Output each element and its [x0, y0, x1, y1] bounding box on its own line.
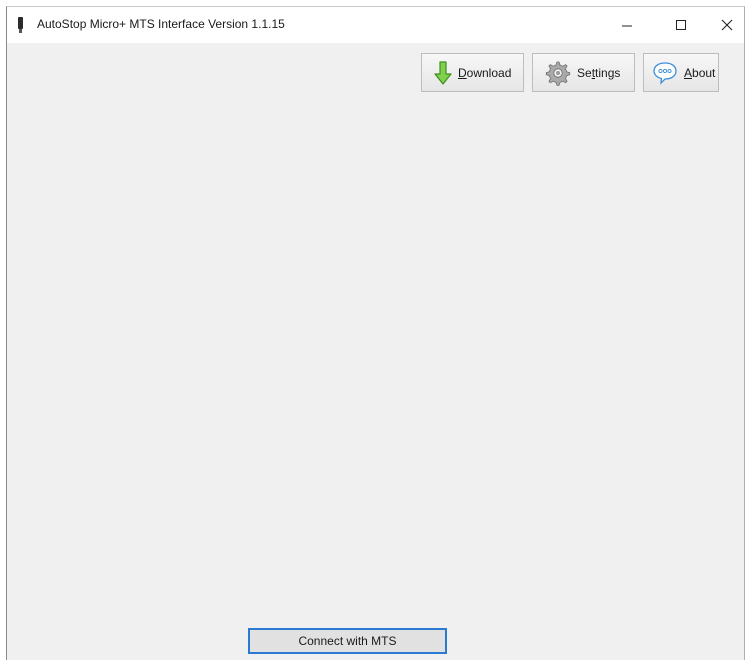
maximize-icon [676, 20, 686, 30]
device-icon [17, 17, 24, 33]
maximize-button[interactable] [658, 7, 704, 43]
close-icon [721, 19, 733, 31]
download-button[interactable]: Download [421, 53, 524, 92]
app-window: AutoStop Micro+ MTS Interface Version 1.… [6, 6, 745, 660]
down-arrow-icon [434, 60, 452, 85]
gear-icon [543, 60, 571, 86]
minimize-button[interactable] [604, 7, 650, 43]
close-button[interactable] [704, 7, 746, 43]
window-title: AutoStop Micro+ MTS Interface Version 1.… [37, 17, 285, 31]
settings-label: Settings [577, 65, 621, 80]
minimize-icon [622, 25, 632, 27]
download-label: Download [458, 65, 512, 80]
about-label: About [684, 65, 716, 80]
title-bar[interactable]: AutoStop Micro+ MTS Interface Version 1.… [7, 7, 744, 43]
about-button[interactable]: About [643, 53, 719, 92]
connect-with-mts-button[interactable]: Connect with MTS [248, 628, 447, 654]
settings-button[interactable]: Settings [532, 53, 635, 92]
speech-bubble-icon [652, 61, 678, 85]
